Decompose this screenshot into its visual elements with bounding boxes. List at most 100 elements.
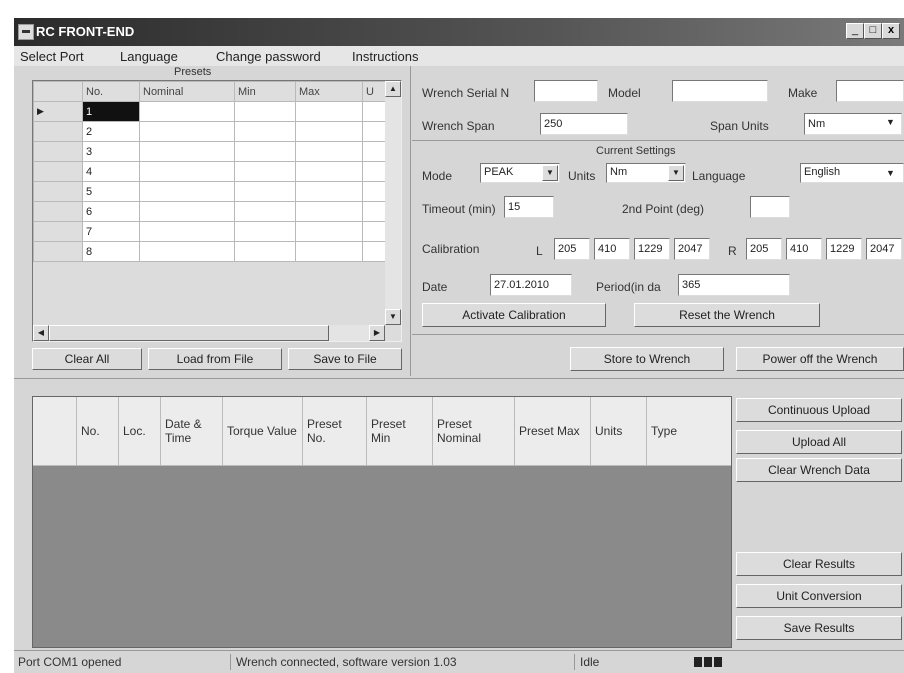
- wrench-span-label: Wrench Span: [422, 119, 495, 133]
- cell-no[interactable]: 6: [82, 201, 140, 222]
- col-no[interactable]: No.: [82, 81, 140, 102]
- wrench-serial-field[interactable]: [534, 80, 598, 102]
- col-torque-value[interactable]: Torque Value: [223, 397, 303, 465]
- make-label: Make: [788, 86, 818, 100]
- model-field[interactable]: [672, 80, 768, 102]
- table-row[interactable]: 2: [33, 121, 389, 142]
- col-type[interactable]: Type: [647, 397, 731, 465]
- menu-language[interactable]: Language: [120, 49, 178, 64]
- cell-no[interactable]: 8: [82, 241, 140, 262]
- menu-instructions[interactable]: Instructions: [352, 49, 418, 64]
- period-label: Period(in da: [596, 280, 661, 294]
- timeout-label: Timeout (min): [422, 202, 496, 216]
- activate-calibration-button[interactable]: Activate Calibration: [422, 303, 606, 327]
- scroll-thumb[interactable]: [49, 325, 329, 341]
- results-grid[interactable]: No. Loc. Date & Time Torque Value Preset…: [32, 396, 732, 648]
- col-preset-min[interactable]: Preset Min: [367, 397, 433, 465]
- period-field[interactable]: 365: [678, 274, 790, 296]
- menu-select-port[interactable]: Select Port: [20, 49, 84, 64]
- cell-no[interactable]: 2: [82, 121, 140, 142]
- maximize-button[interactable]: □: [864, 23, 882, 39]
- presets-horizontal-scrollbar[interactable]: ◀ ▶: [33, 325, 385, 341]
- scroll-right-icon[interactable]: ▶: [369, 325, 385, 341]
- chevron-down-icon[interactable]: ▼: [886, 168, 895, 178]
- minimize-button[interactable]: _: [846, 23, 864, 39]
- table-row[interactable]: 7: [33, 221, 389, 242]
- table-row[interactable]: 4: [33, 161, 389, 182]
- language-label: Language: [692, 169, 746, 183]
- clear-results-button[interactable]: Clear Results: [736, 552, 902, 576]
- units-label: Units: [568, 169, 596, 183]
- presets-grid: No. Nominal Min Max U ▶ 1 2 3 4 5 6 7 8 ▲…: [32, 80, 402, 342]
- wrench-serial-label: Wrench Serial N: [422, 86, 510, 100]
- cell-no[interactable]: 1: [82, 101, 140, 122]
- cell-no[interactable]: 7: [82, 221, 140, 242]
- col-preset-max[interactable]: Preset Max: [515, 397, 591, 465]
- load-from-file-button[interactable]: Load from File: [148, 348, 282, 370]
- col-min[interactable]: Min: [234, 81, 296, 102]
- table-row[interactable]: 3: [33, 141, 389, 162]
- clear-wrench-data-button[interactable]: Clear Wrench Data: [736, 458, 902, 482]
- presets-vertical-scrollbar[interactable]: ▲ ▼: [385, 81, 401, 325]
- cal-r-1-field[interactable]: 205: [746, 238, 782, 260]
- calibration-r-label: R: [728, 244, 737, 258]
- panel-divider: [410, 66, 411, 376]
- calibration-label: Calibration: [422, 242, 480, 256]
- reset-wrench-button[interactable]: Reset the Wrench: [634, 303, 820, 327]
- scroll-up-icon[interactable]: ▲: [385, 81, 401, 97]
- chevron-down-icon[interactable]: ▼: [886, 117, 895, 127]
- calibration-l-label: L: [536, 244, 543, 258]
- status-port: Port COM1 opened: [18, 655, 122, 669]
- col-nominal[interactable]: Nominal: [139, 81, 235, 102]
- menu-change-password[interactable]: Change password: [216, 49, 321, 64]
- power-off-wrench-button[interactable]: Power off the Wrench: [736, 347, 904, 371]
- wrench-span-field[interactable]: 250: [540, 113, 628, 135]
- model-label: Model: [608, 86, 641, 100]
- col-preset-nominal[interactable]: Preset Nominal: [433, 397, 515, 465]
- table-row[interactable]: ▶ 1: [33, 101, 389, 122]
- col-loc[interactable]: Loc.: [119, 397, 161, 465]
- timeout-field[interactable]: 15: [504, 196, 554, 218]
- scroll-down-icon[interactable]: ▼: [385, 309, 401, 325]
- app-window: RC FRONT-END _ □ x Select Port Language …: [14, 18, 904, 673]
- scroll-left-icon[interactable]: ◀: [33, 325, 49, 341]
- cal-r-3-field[interactable]: 1229: [826, 238, 862, 260]
- save-to-file-button[interactable]: Save to File: [288, 348, 402, 370]
- cell-no[interactable]: 4: [82, 161, 140, 182]
- second-point-field[interactable]: [750, 196, 790, 218]
- cal-l-1-field[interactable]: 205: [554, 238, 590, 260]
- chevron-down-icon[interactable]: ▼: [542, 165, 558, 181]
- upload-all-button[interactable]: Upload All: [736, 430, 902, 454]
- clear-all-button[interactable]: Clear All: [32, 348, 142, 370]
- cal-l-4-field[interactable]: 2047: [674, 238, 710, 260]
- table-row[interactable]: 5: [33, 181, 389, 202]
- table-row[interactable]: 8: [33, 241, 389, 262]
- col-preset-no[interactable]: Preset No.: [303, 397, 367, 465]
- cell-no[interactable]: 5: [82, 181, 140, 202]
- close-button[interactable]: x: [882, 23, 900, 39]
- continuous-upload-button[interactable]: Continuous Upload: [736, 398, 902, 422]
- current-settings-title: Current Settings: [596, 145, 676, 157]
- cal-l-2-field[interactable]: 410: [594, 238, 630, 260]
- window-title: RC FRONT-END: [36, 24, 135, 39]
- save-results-button[interactable]: Save Results: [736, 616, 902, 640]
- unit-conversion-button[interactable]: Unit Conversion: [736, 584, 902, 608]
- presets-header-row: No. Nominal Min Max U: [33, 81, 389, 102]
- chevron-down-icon[interactable]: ▼: [668, 165, 684, 181]
- col-units[interactable]: Units: [591, 397, 647, 465]
- status-state: Idle: [580, 655, 600, 669]
- cal-r-2-field[interactable]: 410: [786, 238, 822, 260]
- second-point-label: 2nd Point (deg): [622, 202, 705, 216]
- presets-title: Presets: [174, 66, 212, 78]
- table-row[interactable]: 6: [33, 201, 389, 222]
- cal-l-3-field[interactable]: 1229: [634, 238, 670, 260]
- make-field[interactable]: [836, 80, 904, 102]
- cal-r-4-field[interactable]: 2047: [866, 238, 902, 260]
- col-date-time[interactable]: Date & Time: [161, 397, 223, 465]
- cell-no[interactable]: 3: [82, 141, 140, 162]
- store-to-wrench-button[interactable]: Store to Wrench: [570, 347, 724, 371]
- col-max[interactable]: Max: [295, 81, 363, 102]
- col-no[interactable]: No.: [77, 397, 119, 465]
- date-label: Date: [422, 280, 448, 294]
- date-field[interactable]: 27.01.2010: [490, 274, 572, 296]
